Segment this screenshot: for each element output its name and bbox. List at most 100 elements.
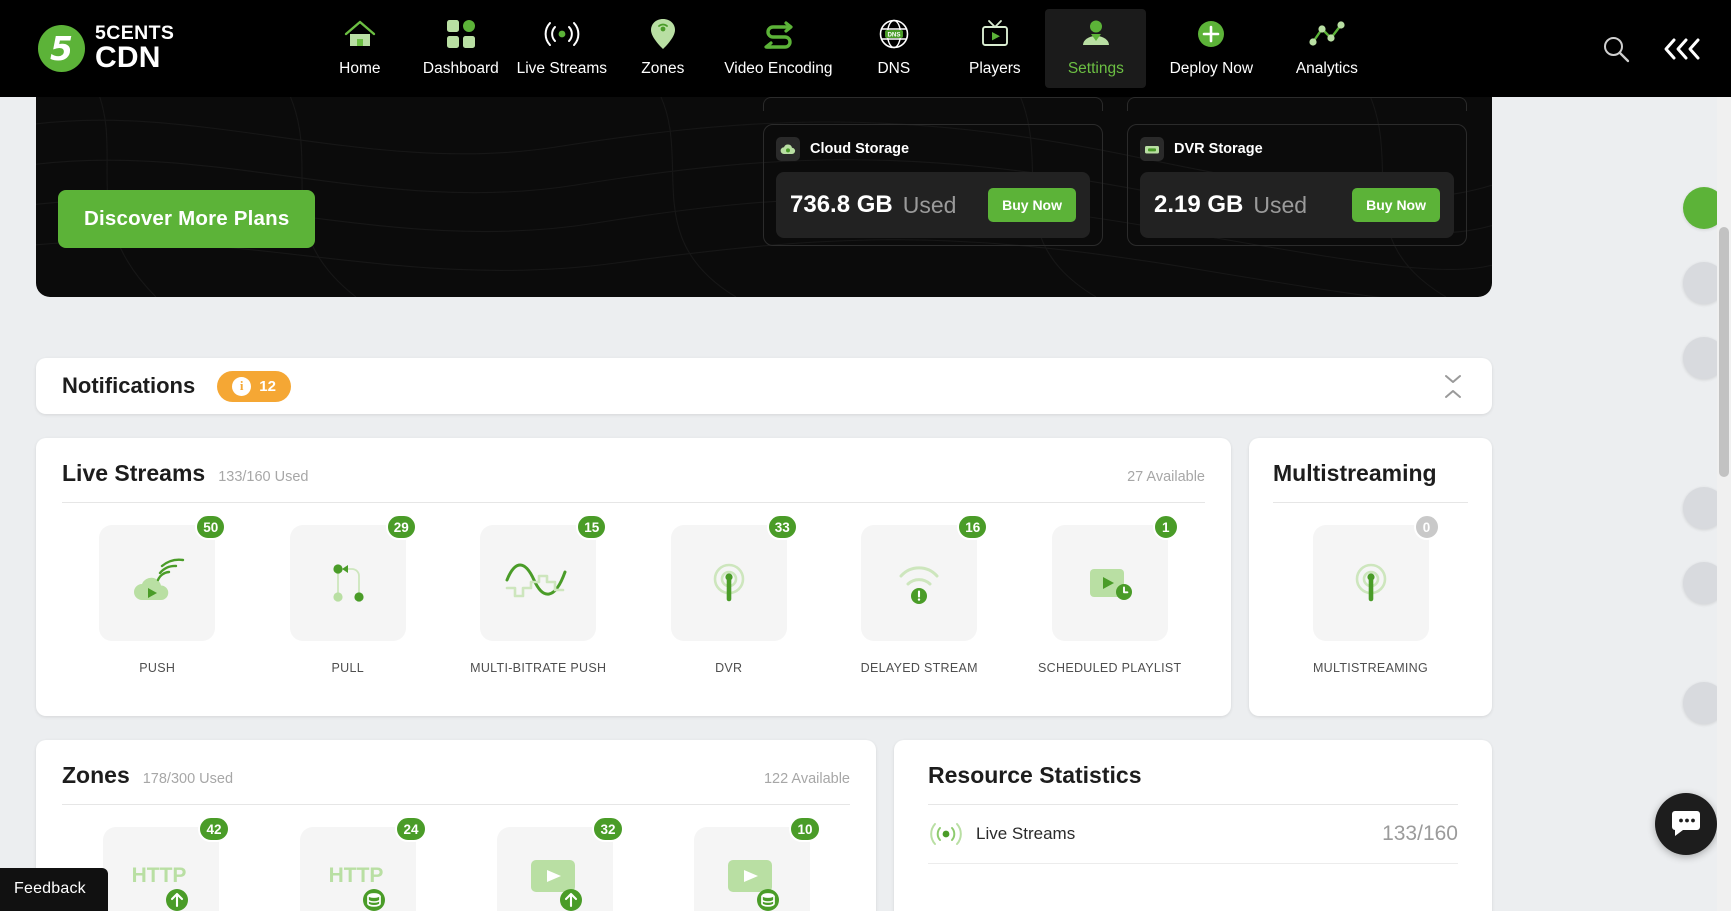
stream-tile-dvr[interactable]: 33 DVR (634, 514, 825, 675)
zone-tile-http-push-badge: 42 (198, 816, 230, 842)
nav-item-dashboard[interactable]: Dashboard (410, 9, 511, 88)
resource-statistics-panel: Resource Statistics Live Streams 133/160 (894, 740, 1492, 911)
resource-statistics-header: Resource Statistics (928, 762, 1458, 789)
broadcast-icon (543, 17, 581, 51)
live-streams-header: Live Streams 133/160 Used 27 Available (62, 460, 1205, 487)
video-storage-icon (727, 860, 779, 911)
pull-nodes-icon (333, 564, 364, 602)
dvr-storage-icon (1140, 137, 1164, 161)
notifications-collapse-toggle[interactable] (1440, 372, 1466, 401)
multistreaming-divider (1273, 502, 1468, 503)
live-streams-title: Live Streams (62, 460, 206, 486)
notifications-title: Notifications (62, 373, 196, 398)
cloud-storage-value: 736.8 GB (790, 191, 893, 218)
stream-tile-pull[interactable]: 29 PULL (253, 514, 444, 675)
page-scrollbar-track[interactable] (1717, 97, 1731, 911)
cloud-storage-title: Cloud Storage (810, 141, 910, 157)
nav-item-home[interactable]: Home (309, 9, 410, 88)
cloud-push-icon (134, 558, 185, 600)
http-storage-icon: HTTP (328, 864, 385, 911)
stream-tile-scheduled-playlist-badge: 1 (1152, 514, 1179, 540)
resource-row-value: 133/160 (1382, 822, 1458, 845)
brand-logo[interactable]: 5 5CENTS CDN (38, 23, 174, 73)
plan-card-top-strip-1 (763, 97, 1103, 111)
stream-tile-delayed-stream[interactable]: 16 DELAYED STREAM (824, 514, 1015, 675)
zone-tile-http-push-box: 42 HTTP (102, 816, 230, 911)
zone-tile-video-push[interactable]: 32 (456, 816, 653, 911)
multistreaming-panel: Multistreaming 0 MULTISTREAMING (1249, 438, 1492, 716)
nav-label-live-streams: Live Streams (516, 60, 608, 77)
nav-item-settings[interactable]: Settings (1045, 9, 1147, 88)
dvr-storage-card: DVR Storage 2.19 GB Used Buy Now (1127, 124, 1467, 246)
multistreaming-tiles: 0 MULTISTREAMING (1271, 514, 1470, 675)
cloud-storage-buy-now-button[interactable]: Buy Now (988, 188, 1076, 222)
dvr-storage-unit: Used (1253, 191, 1308, 218)
stream-tile-multi-bitrate-push-badge: 15 (576, 514, 608, 540)
page-scrollbar-thumb[interactable] (1719, 227, 1729, 477)
nav-item-zones[interactable]: Zones (612, 9, 713, 88)
nav-item-players[interactable]: Players (944, 9, 1045, 88)
wifi-alert-icon (899, 566, 939, 604)
svg-text:DNS: DNS (887, 31, 900, 38)
chevron-up-icon (1445, 389, 1461, 398)
search-icon[interactable] (1601, 34, 1631, 64)
transcode-arrows-icon (761, 17, 795, 51)
dvr-storage-title: DVR Storage (1174, 141, 1263, 157)
nav-label-home: Home (339, 60, 381, 77)
stream-tile-multi-bitrate-push[interactable]: 15 MULTI-BITRATE PUSH (443, 514, 634, 675)
nav-item-dns[interactable]: DNS DNS (843, 9, 944, 88)
chat-widget-button[interactable] (1655, 793, 1717, 855)
feedback-button[interactable]: Feedback (0, 868, 108, 911)
stream-tile-push[interactable]: 50 PUSH (62, 514, 253, 675)
logo-mark: 5 (38, 25, 85, 72)
stream-tile-scheduled-playlist-box: 1 (1051, 514, 1179, 641)
zone-tile-video-storage-badge: 10 (789, 816, 821, 842)
stream-tile-push-badge: 50 (195, 514, 227, 540)
stream-tile-scheduled-playlist[interactable]: 1 SCHEDULED PLAYLIST (1015, 514, 1206, 675)
stream-tile-delayed-stream-label: DELAYED STREAM (860, 661, 978, 675)
hero-banner: Discover More Plans Cloud Storage 736.8 … (36, 97, 1492, 297)
multistreaming-tile-badge: 0 (1413, 514, 1440, 540)
zones-title: Zones (62, 762, 130, 788)
multistreaming-tile[interactable]: 0 MULTISTREAMING (1271, 514, 1470, 675)
resource-row-divider (928, 863, 1458, 864)
stream-tile-delayed-stream-box: 16 (861, 514, 989, 641)
multistreaming-title: Multistreaming (1273, 460, 1437, 486)
stream-tile-delayed-stream-badge: 16 (957, 514, 989, 540)
chat-bubble-icon (1672, 811, 1700, 836)
stream-tile-pull-badge: 29 (385, 514, 417, 540)
broadcast-tower-icon (1355, 563, 1386, 602)
zone-tile-http-storage[interactable]: 24 HTTP (259, 816, 456, 911)
http-push-icon: HTTP (131, 864, 188, 911)
svg-text:HTTP: HTTP (328, 864, 383, 887)
waveform-bitrate-icon (505, 563, 567, 598)
nav-label-dns: DNS (877, 60, 911, 77)
zone-tile-video-storage[interactable]: 10 (653, 816, 850, 911)
discover-more-plans-button[interactable]: Discover More Plans (58, 190, 316, 248)
resource-statistics-title: Resource Statistics (928, 762, 1142, 788)
nav-item-video-encoding[interactable]: Video Encoding (713, 9, 843, 88)
nav-items: Home Dashboard Live Streams Zones Video … (309, 9, 1377, 88)
stream-tile-push-label: PUSH (139, 661, 176, 675)
stream-tile-dvr-box: 33 (670, 514, 798, 641)
cloud-storage-card: Cloud Storage 736.8 GB Used Buy Now (763, 124, 1103, 246)
nav-item-deploy-now[interactable]: Deploy Now (1146, 9, 1276, 88)
cloud-storage-icon (776, 137, 800, 161)
nav-label-zones: Zones (641, 60, 685, 77)
stream-tile-pull-label: PULL (331, 661, 364, 675)
zones-tiles: 42 HTTP 24 HTTP 32 10 (62, 816, 850, 911)
nav-item-analytics[interactable]: Analytics (1276, 9, 1377, 88)
stream-tile-dvr-label: DVR (715, 661, 743, 675)
nav-item-live-streams[interactable]: Live Streams (511, 9, 612, 88)
nav-label-settings: Settings (1067, 60, 1124, 77)
zones-divider (62, 804, 850, 805)
multistreaming-header: Multistreaming (1273, 460, 1468, 487)
location-pin-icon (650, 17, 676, 51)
chevrons-left-icon[interactable] (1661, 36, 1701, 62)
stream-tile-multi-bitrate-push-box: 15 (480, 514, 608, 641)
stream-tile-multi-bitrate-push-label: MULTI-BITRATE PUSH (470, 661, 607, 675)
cloud-storage-usage: 736.8 GB Used Buy Now (776, 172, 1090, 238)
tv-play-icon (979, 17, 1011, 51)
dvr-storage-buy-now-button[interactable]: Buy Now (1352, 188, 1440, 222)
zone-tile-video-storage-box: 10 (693, 816, 821, 911)
